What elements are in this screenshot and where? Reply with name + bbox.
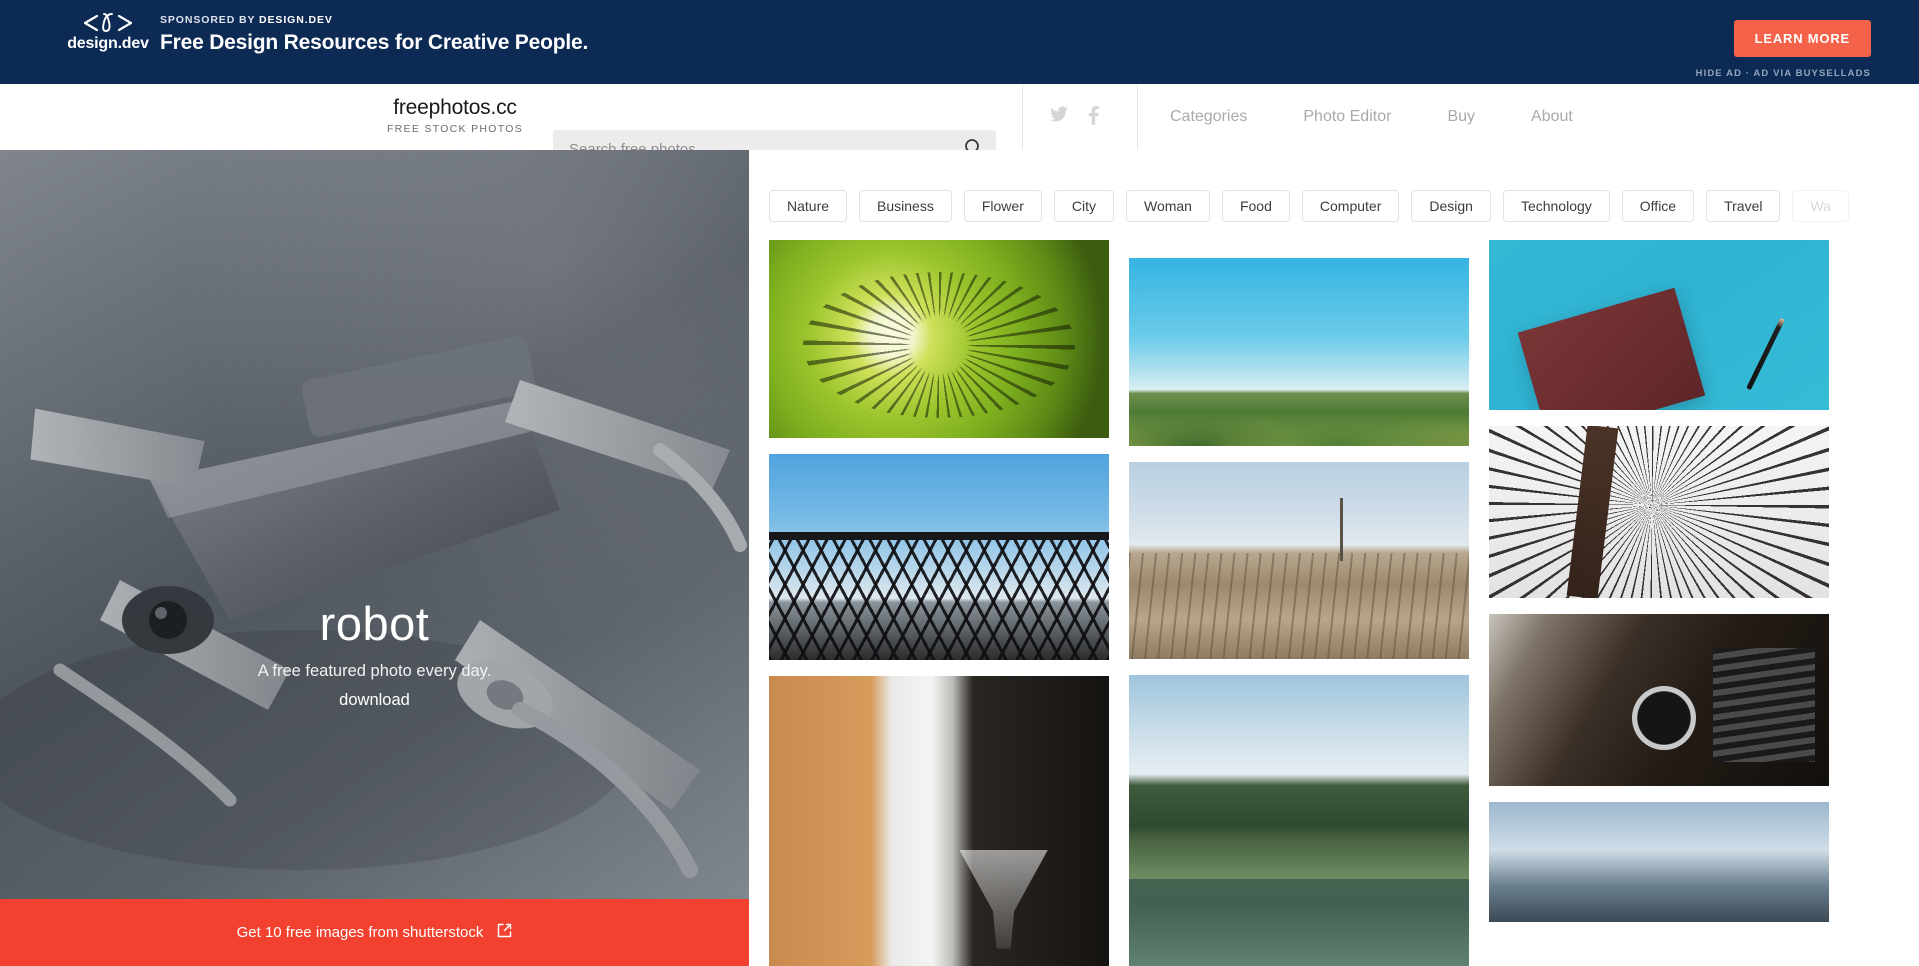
photo-forest-canopy-image [1489, 426, 1829, 598]
photo-bar-glass-image [769, 676, 1109, 966]
site-brand-tagline: FREE STOCK PHOTOS [386, 123, 524, 135]
external-link-icon [497, 923, 512, 943]
chip-wallpaper[interactable]: Wa [1792, 190, 1849, 222]
photo-gallery: Nature Business Flower City Woman Food C… [749, 150, 1919, 966]
nav-link-categories[interactable]: Categories [1170, 108, 1247, 126]
shutterstock-promo-banner[interactable]: Get 10 free images from shutterstock [0, 899, 749, 966]
photo-car-interior-image [1489, 614, 1829, 786]
chip-woman[interactable]: Woman [1125, 190, 1210, 222]
learn-more-button[interactable]: LEARN MORE [1733, 20, 1871, 57]
sponsored-by-line: SPONSORED BY DESIGN.DEV [160, 14, 588, 26]
photo-clouds-image [1489, 802, 1829, 922]
primary-nav: Categories Photo Editor Buy About [1170, 84, 1573, 150]
photo-rollercoaster[interactable] [769, 454, 1109, 660]
chip-travel[interactable]: Travel [1706, 190, 1781, 222]
photo-column-1 [769, 240, 1109, 966]
chip-technology[interactable]: Technology [1502, 190, 1610, 222]
chip-computer[interactable]: Computer [1301, 190, 1400, 222]
code-brackets-icon [48, 12, 168, 34]
photo-bar-glass[interactable] [769, 676, 1109, 966]
site-brand-title: freephotos.cc [393, 96, 517, 119]
nav-divider-right [1137, 84, 1138, 150]
chip-design[interactable]: Design [1411, 190, 1491, 222]
sponsored-prefix: SPONSORED BY [160, 14, 260, 26]
ad-meta-links[interactable]: HIDE AD · AD VIA BUYSELLADS [1696, 68, 1871, 79]
photo-car-interior[interactable] [1489, 614, 1829, 786]
main-content: robot A free featured photo every day. d… [0, 150, 1919, 966]
nav-divider-left [1022, 84, 1023, 150]
photo-hills[interactable] [1129, 258, 1469, 447]
hero-download-link[interactable]: download [339, 691, 410, 710]
hero-subtitle: A free featured photo every day. [257, 662, 492, 680]
site-header: freephotos.cc FREE STOCK PHOTOS Search f… [0, 84, 1919, 168]
photo-notebook[interactable] [1489, 240, 1829, 410]
photo-kiwi[interactable] [769, 240, 1109, 438]
photo-lake-image [1129, 674, 1469, 966]
sponsor-logo-name: design.dev [67, 35, 149, 52]
photo-pier-image [1129, 462, 1469, 659]
category-chip-row[interactable]: Nature Business Flower City Woman Food C… [769, 190, 1919, 222]
photo-lake[interactable] [1129, 674, 1469, 966]
featured-photo-hero[interactable]: robot A free featured photo every day. d… [0, 150, 749, 966]
social-links [1050, 106, 1106, 126]
photo-kiwi-image [769, 240, 1109, 438]
chip-food[interactable]: Food [1221, 190, 1290, 222]
photo-column-3 [1489, 240, 1829, 966]
sponsor-ad-copy: SPONSORED BY DESIGN.DEV Free Design Reso… [160, 14, 588, 55]
sponsored-brand: DESIGN.DEV [259, 14, 333, 26]
sponsor-headline: Free Design Resources for Creative Peopl… [160, 31, 589, 54]
nav-link-buy[interactable]: Buy [1447, 108, 1475, 126]
site-brand[interactable]: freephotos.cc FREE STOCK PHOTOS [370, 96, 540, 135]
nav-link-photo-editor[interactable]: Photo Editor [1303, 108, 1391, 126]
chip-city[interactable]: City [1053, 190, 1114, 222]
hero-text-block: robot A free featured photo every day. d… [0, 598, 749, 710]
chip-nature[interactable]: Nature [769, 190, 848, 222]
chip-flower[interactable]: Flower [963, 190, 1042, 222]
chip-office[interactable]: Office [1621, 190, 1695, 222]
chip-business[interactable]: Business [859, 190, 952, 222]
shutterstock-promo-text: Get 10 free images from shutterstock [236, 924, 484, 941]
sponsor-logo[interactable]: design.dev [48, 12, 168, 53]
photo-grid [769, 240, 1919, 966]
facebook-icon[interactable] [1088, 106, 1106, 126]
photo-rollercoaster-image [769, 454, 1109, 660]
photo-hills-image [1129, 258, 1469, 447]
photo-forest-canopy[interactable] [1489, 426, 1829, 598]
photo-notebook-image [1489, 240, 1829, 410]
sponsor-ad-banner: design.dev SPONSORED BY DESIGN.DEV Free … [0, 0, 1919, 84]
nav-link-about[interactable]: About [1531, 108, 1573, 126]
photo-column-2 [1129, 240, 1469, 966]
twitter-icon[interactable] [1050, 106, 1068, 126]
photo-pier[interactable] [1129, 462, 1469, 659]
hero-overlay [0, 150, 749, 966]
photo-clouds[interactable] [1489, 802, 1829, 922]
hero-title: robot [319, 597, 430, 650]
